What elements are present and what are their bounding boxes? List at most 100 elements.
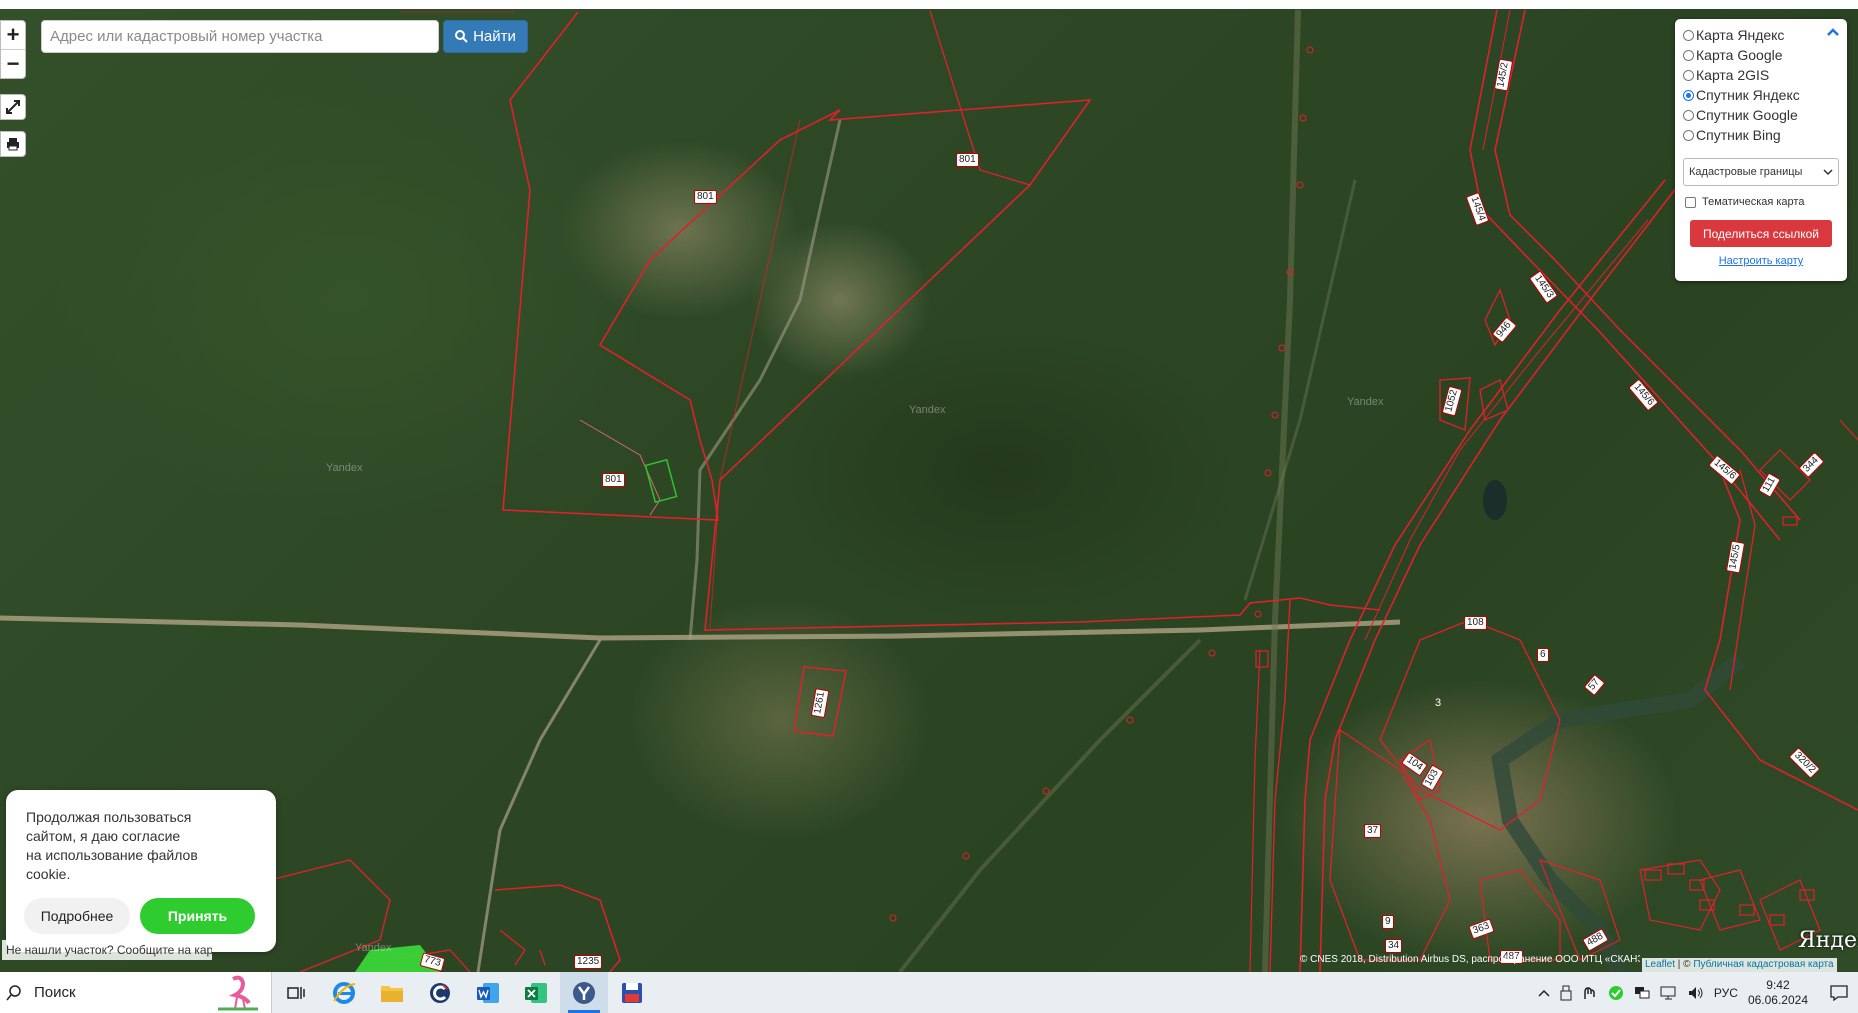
- radio-button[interactable]: [1683, 69, 1694, 81]
- task-view-icon: [287, 986, 305, 999]
- search-input[interactable]: [41, 20, 439, 53]
- clock[interactable]: 9:42 06.06.2024: [1748, 978, 1808, 1008]
- network-icon[interactable]: [1660, 986, 1678, 1000]
- radio-button-selected[interactable]: [1683, 89, 1694, 101]
- layer-option-bing-satellite[interactable]: Спутник Bing: [1683, 125, 1839, 145]
- cadastral-boundaries: [0, 9, 1858, 972]
- map-watermark: Yandex: [326, 462, 363, 474]
- taskbar-edge[interactable]: [320, 972, 368, 1013]
- radio-button[interactable]: [1683, 109, 1694, 121]
- collapse-chevron-icon[interactable]: [1827, 24, 1839, 40]
- tune-map-link[interactable]: Настроить карту: [1683, 255, 1839, 267]
- print-icon: [7, 138, 19, 151]
- clock-time: 9:42: [1766, 977, 1790, 992]
- taskbar-save-app[interactable]: [608, 972, 656, 1013]
- taskbar-explorer[interactable]: [368, 972, 416, 1013]
- zoom-in-button[interactable]: +: [1, 21, 25, 49]
- chevron-up-icon[interactable]: [1538, 988, 1550, 998]
- parcel-label[interactable]: 34: [1385, 939, 1403, 953]
- excel-icon: [525, 982, 547, 1003]
- cookie-text: Продолжая пользоваться сайтом, я даю сог…: [26, 809, 198, 882]
- expand-icon: [6, 100, 20, 114]
- layer-option-2gis-map[interactable]: Карта 2GIS: [1683, 65, 1839, 85]
- checkbox[interactable]: [1685, 196, 1696, 208]
- fullscreen-button[interactable]: [0, 94, 26, 120]
- layer-switcher-panel: Карта Яндекс Карта Google Карта 2GIS Спу…: [1675, 19, 1847, 281]
- usb-drive-icon[interactable]: [1560, 985, 1572, 1001]
- cookie-consent-popup: Продолжая пользоваться сайтом, я даю сог…: [6, 790, 276, 952]
- security-icon[interactable]: [1608, 985, 1624, 1001]
- layer-option-google-map[interactable]: Карта Google: [1683, 45, 1839, 65]
- layer-option-label: Спутник Яндекс: [1696, 87, 1800, 103]
- internet-explorer-icon: [333, 981, 356, 1004]
- parcel-label[interactable]: 1235: [574, 955, 603, 969]
- find-button-label: Найти: [473, 28, 516, 45]
- yandex-logo: Яндекс: [1798, 928, 1858, 953]
- map-watermark: Yandex: [1347, 396, 1384, 408]
- layer-option-label: Спутник Bing: [1696, 127, 1781, 143]
- layer-option-label: Карта Яндекс: [1696, 27, 1785, 43]
- radio-button[interactable]: [1683, 49, 1694, 61]
- boundary-select-value: Кадастровые границы: [1689, 166, 1803, 178]
- ccleaner-icon: [430, 982, 450, 1003]
- layer-option-yandex-satellite[interactable]: Спутник Яндекс: [1683, 85, 1839, 105]
- leaflet-attribution: Leaflet | © Публичная кадастровая карта: [1642, 958, 1837, 972]
- task-view-button[interactable]: [272, 972, 320, 1013]
- search-icon: [455, 30, 468, 43]
- zoom-out-button[interactable]: −: [1, 49, 25, 78]
- search-icon: [6, 984, 21, 1000]
- accept-cookies-button[interactable]: Принять: [140, 898, 255, 934]
- language-indicator[interactable]: РУС: [1714, 986, 1738, 1000]
- taskbar-search[interactable]: Поиск: [0, 972, 272, 1013]
- feedback-hint[interactable]: Не нашли участок? Сообщите на карте.: [2, 940, 212, 960]
- parcel-label[interactable]: 9: [1382, 915, 1394, 929]
- pkk-link[interactable]: Публичная кадастровая карта: [1693, 959, 1833, 970]
- floppy-disk-icon: [622, 982, 642, 1003]
- flamingo-icon: [218, 975, 258, 1011]
- word-icon: [477, 982, 499, 1003]
- notification-icon[interactable]: [1830, 984, 1848, 1001]
- parcel-label[interactable]: 6: [1537, 648, 1549, 662]
- chat-icon[interactable]: [1634, 986, 1650, 1000]
- leaflet-link[interactable]: Leaflet: [1645, 959, 1675, 970]
- more-info-button[interactable]: Подробнее: [24, 898, 130, 934]
- taskbar-word[interactable]: [464, 972, 512, 1013]
- system-tray: РУС 9:42 06.06.2024: [1538, 972, 1858, 1013]
- parcel-label[interactable]: 3: [1435, 697, 1441, 709]
- parcel-label[interactable]: 801: [956, 153, 979, 167]
- attribution-separator: | ©: [1675, 959, 1694, 970]
- taskbar-excel[interactable]: [512, 972, 560, 1013]
- satellite-map[interactable]: 801 801 801 1261 773 1235 145/2 145/4 14…: [0, 0, 1858, 972]
- map-watermark: Yandex: [909, 404, 946, 416]
- taskbar-yandex-browser[interactable]: [560, 972, 608, 1013]
- volume-icon[interactable]: [1688, 986, 1704, 1000]
- taskbar-search-label: Поиск: [34, 984, 76, 1001]
- parcel-label[interactable]: 108: [1464, 616, 1487, 630]
- thematic-map-label: Тематическая карта: [1702, 196, 1805, 208]
- parcel-label[interactable]: 801: [602, 473, 625, 487]
- thematic-map-toggle[interactable]: Тематическая карта: [1683, 196, 1839, 208]
- folder-icon: [381, 985, 403, 1002]
- find-button[interactable]: Найти: [443, 20, 528, 53]
- top-browser-strip: [0, 0, 1858, 9]
- layer-option-label: Карта Google: [1696, 47, 1783, 63]
- layer-option-yandex-map[interactable]: Карта Яндекс: [1683, 25, 1839, 45]
- share-link-button[interactable]: Поделиться ссылкой: [1690, 220, 1832, 247]
- parcel-label[interactable]: 801: [694, 190, 717, 204]
- map-watermark: Yandex: [355, 942, 392, 954]
- layer-option-google-satellite[interactable]: Спутник Google: [1683, 105, 1839, 125]
- windows-taskbar: Поиск РУС 9:42 06.06.2024: [0, 972, 1858, 1013]
- map-attribution: © CNES 2018, Distribution Airbus DS, рас…: [1300, 954, 1640, 965]
- taskbar-ccleaner[interactable]: [416, 972, 464, 1013]
- parcel-label[interactable]: 37: [1364, 824, 1382, 838]
- tray-app-icon[interactable]: [1582, 985, 1598, 1001]
- layer-option-label: Спутник Google: [1696, 107, 1798, 123]
- radio-button[interactable]: [1683, 129, 1694, 141]
- clock-date: 06.06.2024: [1747, 992, 1808, 1007]
- radio-button[interactable]: [1683, 29, 1694, 41]
- layer-option-label: Карта 2GIS: [1696, 67, 1770, 83]
- yandex-browser-icon: [573, 981, 595, 1004]
- print-button[interactable]: [0, 131, 26, 157]
- boundary-select[interactable]: Кадастровые границы: [1683, 158, 1839, 186]
- chevron-down-icon: [1823, 169, 1833, 176]
